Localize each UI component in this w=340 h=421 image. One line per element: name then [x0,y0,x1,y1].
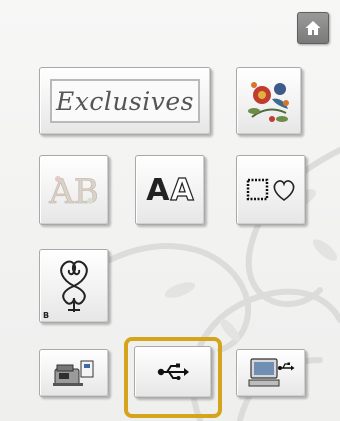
floral-patterns-button[interactable] [236,67,302,135]
font-label-solid: A [146,172,170,208]
machine-memory-button[interactable] [39,349,109,397]
bobbin-work-badge: B [43,311,50,320]
computer-button[interactable] [236,349,306,397]
exclusives-label: Exclusives [55,86,195,116]
frame-heart-icon [246,178,295,201]
font-label-outline: A [170,172,194,208]
home-button[interactable] [297,12,329,44]
pattern-selection-screen: Exclusives AB AA B [0,0,340,421]
floral-embroidery-icon [248,82,289,122]
exclusives-button[interactable]: Exclusives [39,67,211,135]
exclusives-frame: Exclusives [50,79,200,123]
machine-memory-icon [53,360,94,386]
frame-patterns-button[interactable] [236,155,306,225]
usb-button[interactable] [134,346,212,398]
home-icon [305,21,321,35]
decorative-alphabet-button[interactable]: AB [39,155,109,225]
computer-usb-icon [248,358,295,387]
bobbin-work-button[interactable]: B [39,249,109,323]
usb-icon [157,363,189,380]
bobbin-work-icon [60,260,88,312]
decorative-alphabet-icon: AB [48,172,99,213]
font-button[interactable]: AA [135,155,205,225]
